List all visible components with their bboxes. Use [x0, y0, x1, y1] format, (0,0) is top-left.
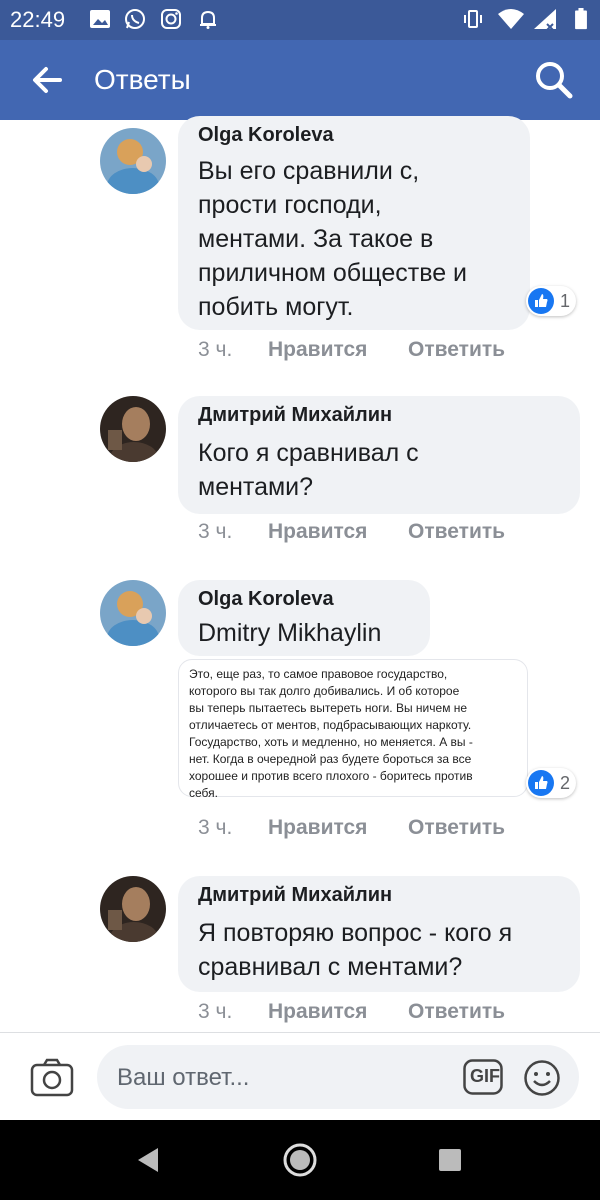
- comment-bubble: Дмитрий Михайлин Кого я сравнивал с мент…: [178, 396, 580, 514]
- whatsapp-icon: [125, 9, 145, 29]
- app-header: Ответы: [0, 40, 600, 120]
- comment-text-line: Вы его сравнили с,: [198, 157, 420, 185]
- reaction-badge[interactable]: 1: [526, 286, 577, 316]
- like-button[interactable]: Нравится: [268, 520, 367, 544]
- comment-time: 3 ч.: [198, 816, 233, 839]
- gif-button[interactable]: GIF: [463, 1059, 503, 1095]
- comment-text-line: Я повторяю вопрос - кого я: [198, 919, 513, 947]
- bell-icon: [200, 10, 216, 29]
- avatar[interactable]: [100, 128, 166, 194]
- comment-author[interactable]: Дмитрий Михайлин: [198, 884, 392, 907]
- like-icon: [528, 288, 554, 314]
- image-icon: [90, 10, 110, 28]
- comment-bubble: Olga Koroleva Dmitry Mikhaylin: [178, 580, 430, 656]
- avatar[interactable]: [100, 876, 166, 942]
- wifi-icon: [498, 9, 524, 29]
- instagram-icon: [161, 9, 181, 29]
- signal-icon: [534, 9, 556, 30]
- home-circle-icon[interactable]: [282, 1142, 318, 1178]
- recent-square-icon[interactable]: [437, 1147, 463, 1173]
- comment-mention[interactable]: Dmitry Mikhaylin: [198, 616, 381, 650]
- comment-time: 3 ч.: [198, 338, 233, 361]
- comment-text-line: сравнивал с ментами?: [198, 953, 463, 981]
- reply-input[interactable]: Ваш ответ... GIF: [97, 1045, 579, 1109]
- comment-text-line: побить могут.: [198, 293, 354, 321]
- gif-label: GIF: [470, 1066, 500, 1086]
- reply-button[interactable]: Ответить: [408, 1000, 505, 1024]
- camera-icon[interactable]: [30, 1057, 74, 1097]
- page-title: Ответы: [94, 64, 191, 95]
- reaction-count: 1: [560, 290, 571, 311]
- avatar[interactable]: [100, 580, 166, 646]
- comment-text-line: ментами. За такое в: [198, 225, 434, 253]
- status-time: 22:49: [10, 7, 66, 32]
- comment-text-line: прости господи,: [198, 191, 382, 219]
- like-button[interactable]: Нравится: [268, 338, 367, 362]
- status-bar: 22:49: [0, 0, 600, 40]
- reaction-badge[interactable]: 2: [526, 768, 577, 798]
- search-icon[interactable]: [532, 58, 576, 102]
- comment-text-line: приличном обществе и: [198, 259, 468, 287]
- arrow-left-icon[interactable]: [28, 60, 68, 100]
- comment-bubble: Olga Koroleva Вы его сравнили с, прости …: [178, 116, 530, 330]
- comment-time: 3 ч.: [198, 520, 233, 543]
- comment-text-line: Кого я сравнивал с: [198, 439, 419, 467]
- comment-time: 3 ч.: [198, 1000, 233, 1023]
- system-nav-bar: [0, 1120, 600, 1200]
- like-icon: [528, 770, 554, 796]
- back-triangle-icon[interactable]: [134, 1146, 162, 1174]
- reaction-count: 2: [560, 772, 571, 793]
- reply-button[interactable]: Ответить: [408, 520, 505, 544]
- comment-author[interactable]: Olga Koroleva: [198, 124, 334, 147]
- comment-text-line: ментами?: [198, 473, 314, 501]
- reply-input-placeholder: Ваш ответ...: [117, 1064, 250, 1091]
- avatar[interactable]: [100, 396, 166, 462]
- reply-composer: Ваш ответ... GIF: [0, 1032, 600, 1120]
- reply-button[interactable]: Ответить: [408, 338, 505, 362]
- smiley-icon[interactable]: [523, 1059, 561, 1097]
- battery-icon: [575, 8, 587, 30]
- like-button[interactable]: Нравится: [268, 1000, 367, 1024]
- quoted-text-image: Это, еще раз, то самое правовое государс…: [178, 659, 528, 800]
- comment-bubble: Дмитрий Михайлин Я повторяю вопрос - ког…: [178, 876, 580, 992]
- comment-author[interactable]: Olga Koroleva: [198, 588, 334, 611]
- comment-author[interactable]: Дмитрий Михайлин: [198, 404, 392, 427]
- reply-button[interactable]: Ответить: [408, 816, 505, 840]
- vibrate-icon: [464, 10, 482, 28]
- quoted-text: Это, еще раз, то самое правовое государс…: [189, 667, 473, 800]
- like-button[interactable]: Нравится: [268, 816, 367, 840]
